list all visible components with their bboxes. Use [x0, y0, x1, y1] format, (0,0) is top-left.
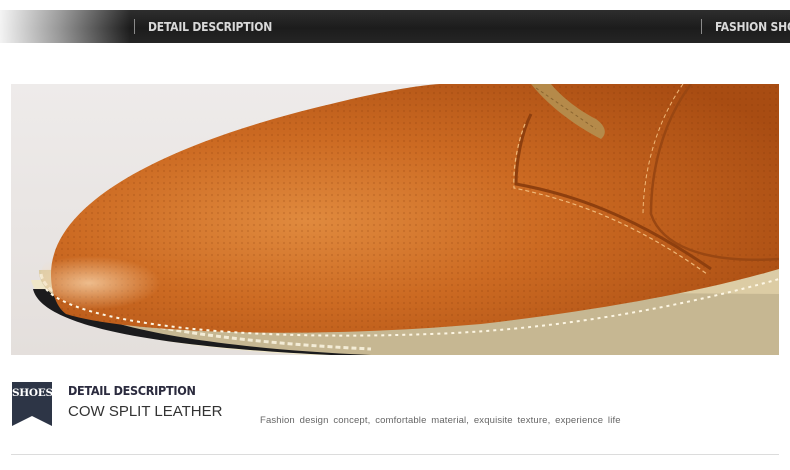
section-heading: DETAIL DESCRIPTION: [68, 383, 196, 398]
header-divider-left: [134, 19, 135, 34]
header-left-title: DETAIL DESCRIPTION: [148, 20, 273, 34]
header-fade: [0, 10, 130, 43]
shoes-badge: SHOES: [12, 382, 53, 426]
header-right-title: FASHION SHOES: [715, 20, 790, 34]
material-subheading: COW SPLIT LEATHER: [68, 403, 223, 420]
header-divider-right: [701, 19, 702, 34]
bottom-divider: [11, 454, 779, 455]
tagline-text: Fashion design concept, comfortable mate…: [260, 415, 621, 426]
shoe-closeup-photo: [11, 84, 779, 355]
badge-label: SHOES: [12, 387, 53, 399]
header-bar: DETAIL DESCRIPTION FASHION SHOES: [0, 10, 790, 43]
